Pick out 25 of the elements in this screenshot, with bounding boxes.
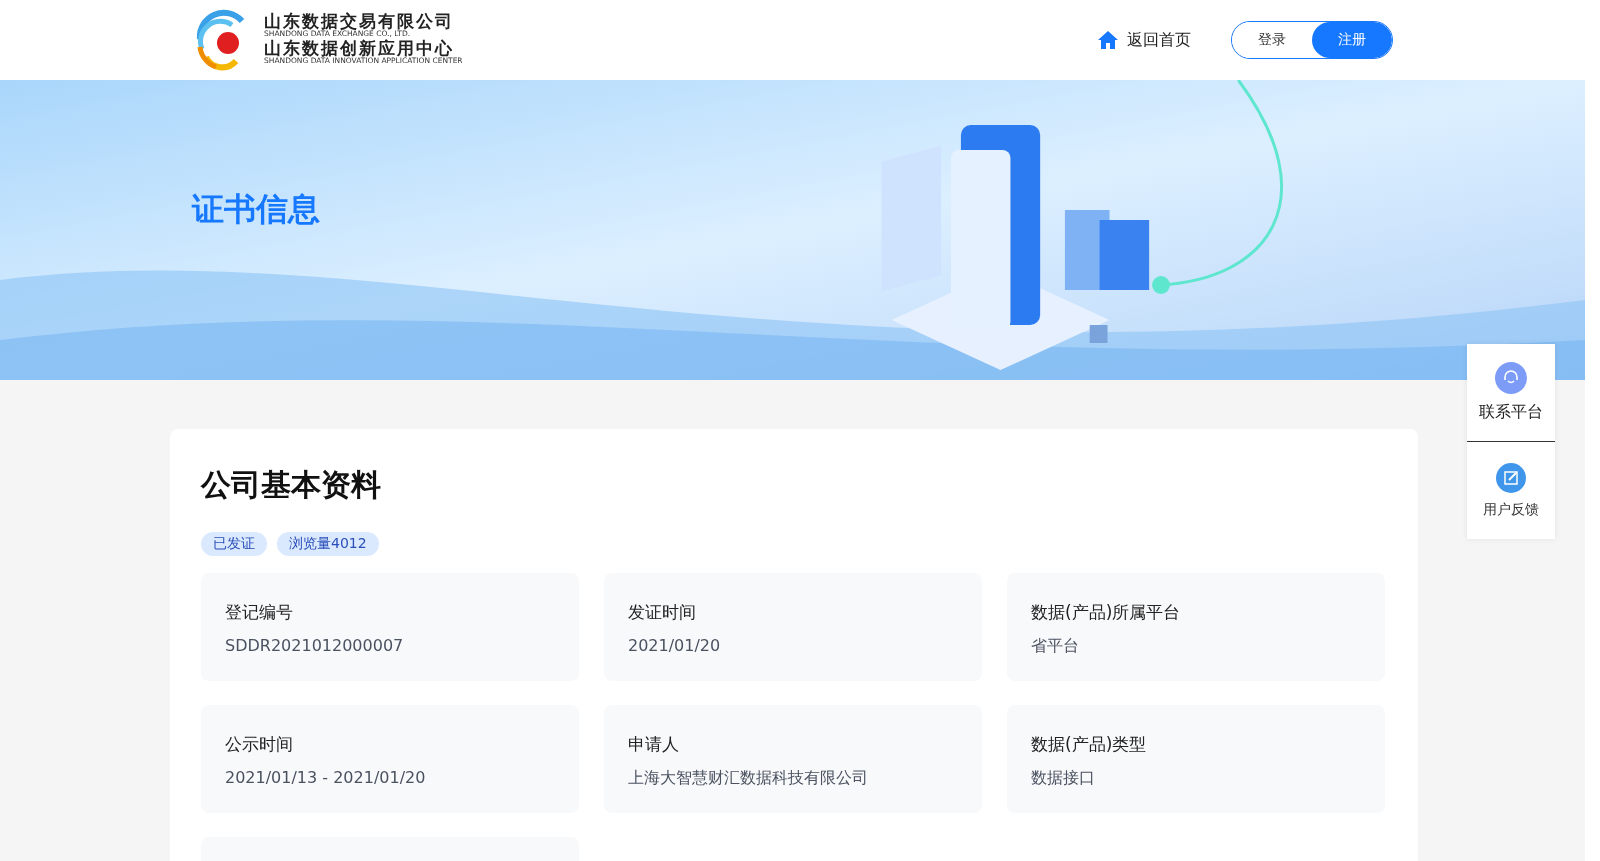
field-label: 申请人: [628, 733, 680, 756]
field-value: 数据接口: [1031, 768, 1096, 789]
home-link[interactable]: 返回首页: [1097, 29, 1191, 51]
home-icon: [1097, 30, 1119, 50]
edit-icon: [1496, 462, 1526, 493]
company-name: 山东数据交易有限公司: [264, 12, 455, 30]
banner-title: 证书信息: [192, 189, 320, 230]
field-label: 发证时间: [628, 601, 697, 624]
field-label: 公示时间: [225, 733, 294, 756]
field-value: 2021/01/20: [628, 636, 722, 655]
tag: 浏览量4012: [277, 532, 379, 556]
section-title: 公司基本资料: [201, 466, 382, 504]
field-value: SDDR2021012000007: [225, 636, 405, 655]
float-menu-item[interactable]: 用户反馈: [1467, 442, 1555, 539]
field-value: 2021/01/13 - 2021/01/20: [225, 768, 427, 787]
field-label: 数据(产品)所属平台: [1031, 601, 1182, 624]
headset-icon: [1495, 362, 1527, 394]
float-menu-item[interactable]: 联系平台: [1467, 344, 1555, 442]
field-value: 上海大智慧财汇数据科技有限公司: [628, 768, 869, 789]
field-label: 登记编号: [225, 601, 294, 624]
field-value: 省平台: [1031, 636, 1080, 657]
auth-tab[interactable]: 注册: [1312, 22, 1392, 58]
company-name: 山东数据创新应用中心: [264, 40, 455, 57]
tag: 已发证: [201, 532, 267, 556]
field-label: 数据(产品)类型: [1031, 733, 1148, 756]
